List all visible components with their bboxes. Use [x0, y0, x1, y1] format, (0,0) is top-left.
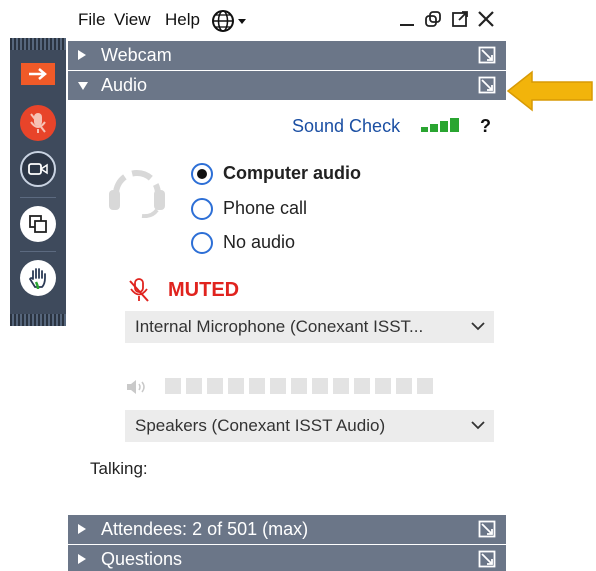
- section-audio[interactable]: Audio: [68, 71, 506, 100]
- speaker-level-meter: [165, 378, 433, 394]
- section-questions-label: Questions: [101, 549, 183, 569]
- floating-toolbar: [10, 38, 66, 326]
- signal-strength-icon: [421, 118, 459, 132]
- option-no-audio-label[interactable]: No audio: [223, 232, 295, 253]
- chevron-down-icon: [471, 421, 485, 430]
- section-webcam-label: Webcam: [101, 45, 172, 65]
- raise-hand-icon: [28, 268, 46, 290]
- expand-arrow-icon: [78, 554, 86, 564]
- popout-icon[interactable]: [478, 76, 496, 94]
- section-questions[interactable]: Questions: [68, 545, 506, 571]
- microphone-muted-icon: [30, 113, 46, 133]
- minimize-button[interactable]: [396, 8, 418, 30]
- menu-file[interactable]: File: [78, 10, 105, 30]
- mute-status: MUTED: [168, 279, 240, 301]
- popout-icon[interactable]: [478, 550, 496, 568]
- control-panel: File View Help Webcam Audio Sound Check …: [68, 0, 506, 571]
- section-audio-label: Audio: [101, 75, 148, 95]
- help-button[interactable]: ?: [480, 116, 491, 137]
- share-screen-icon: [29, 215, 47, 233]
- globe-icon: [212, 10, 246, 32]
- collapse-arrow-icon: [78, 82, 88, 90]
- popout-icon: [452, 11, 468, 27]
- menu-bar: File View Help: [68, 0, 506, 40]
- close-button[interactable]: [475, 8, 497, 30]
- popout-icon[interactable]: [478, 520, 496, 538]
- mute-microphone-button[interactable]: [20, 105, 56, 141]
- menu-view[interactable]: View: [114, 10, 151, 30]
- expand-arrow-icon: [78, 524, 86, 534]
- toolbar-divider: [20, 251, 56, 252]
- talking-label: Talking:: [90, 459, 148, 478]
- minimize-icon: [400, 24, 414, 26]
- webcam-button[interactable]: [20, 151, 56, 187]
- sound-check-link[interactable]: Sound Check: [292, 116, 400, 137]
- speaker-icon: [127, 380, 145, 394]
- close-icon: [478, 11, 494, 27]
- toolbar-divider: [20, 197, 56, 198]
- section-attendees-label: Attendees: 2 of 501 (max): [101, 519, 309, 539]
- speaker-select[interactable]: Speakers (Conexant ISST Audio): [125, 410, 494, 442]
- toolbar-grip-top[interactable]: [10, 38, 66, 50]
- restore-icon: [425, 11, 441, 27]
- radio-no-audio[interactable]: [191, 232, 213, 254]
- option-phone-call-label[interactable]: Phone call: [223, 198, 307, 219]
- radio-computer-audio[interactable]: [191, 163, 213, 185]
- radio-phone-call[interactable]: [191, 198, 213, 220]
- section-attendees[interactable]: Attendees: 2 of 501 (max): [68, 515, 506, 544]
- collapse-arrow-icon: [29, 68, 47, 80]
- callout-arrow: [506, 70, 593, 112]
- popout-icon[interactable]: [478, 46, 496, 64]
- restore-button[interactable]: [422, 8, 444, 30]
- microphone-select[interactable]: Internal Microphone (Conexant ISST...: [125, 311, 494, 343]
- chevron-down-icon: [471, 322, 485, 331]
- expand-arrow-icon: [78, 50, 86, 60]
- speaker-value: Speakers (Conexant ISST Audio): [135, 416, 386, 435]
- section-webcam[interactable]: Webcam: [68, 41, 506, 70]
- share-screen-button[interactable]: [20, 206, 56, 242]
- menu-help[interactable]: Help: [165, 10, 200, 30]
- headset-icon: [109, 170, 165, 218]
- language-menu[interactable]: [211, 9, 251, 38]
- popout-button[interactable]: [449, 8, 471, 30]
- microphone-value: Internal Microphone (Conexant ISST...: [135, 317, 424, 336]
- microphone-muted-icon[interactable]: [128, 277, 150, 303]
- toolbar-grip-bottom[interactable]: [10, 314, 66, 326]
- raise-hand-button[interactable]: [20, 260, 56, 296]
- collapse-toolbar-button[interactable]: [21, 63, 55, 85]
- option-computer-audio-label[interactable]: Computer audio: [223, 163, 361, 184]
- camera-icon: [28, 163, 48, 175]
